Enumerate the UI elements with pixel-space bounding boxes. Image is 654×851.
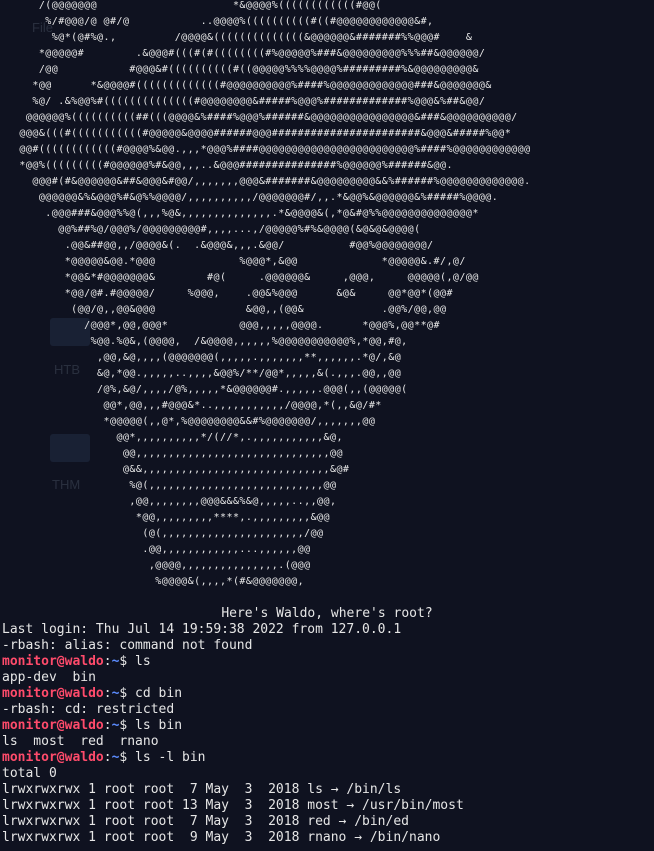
ascii-line: /@@@*,@@,@@@* @@@,,,,,@@@@. *@@@%,@@**@# bbox=[0, 320, 440, 331]
prompt-line: monitor@waldo:~$ ls bbox=[2, 654, 652, 670]
ascii-line: *@@/@#.#@@@@@/ %@@@, .@@&%@@@ &@& @@*@@*… bbox=[0, 288, 453, 299]
command-output-line: lrwxrwxrwx 1 root root 13 May 3 2018 mos… bbox=[2, 798, 464, 813]
ascii-line: @@%##%@/@@@%/@@@@@@@@@#,,,,...,/@@@@@%#%… bbox=[0, 224, 421, 235]
prompt-user: monitor@waldo bbox=[2, 686, 104, 701]
ascii-line: @@,,,,,,,,,,,,,,,,,,,,,,,,,,,,,,@@ bbox=[0, 448, 343, 459]
prompt-separator: : bbox=[103, 686, 112, 701]
ascii-line: @@@#(#&@@@@@@&##&@@@&#@@/,,,,,,,@@@&####… bbox=[0, 176, 531, 187]
prompt-line: monitor@waldo:~$ ls bin bbox=[2, 718, 652, 734]
ascii-line: @@@&(((#(((((((((((#@@@@@&@@@@######@@@#… bbox=[0, 128, 512, 139]
ascii-line: @@@@@@%((((((((((##(((@@@@&%####%@@@%###… bbox=[0, 112, 518, 123]
command-output-line: -rbash: cd: restricted bbox=[2, 702, 175, 717]
command-text: ls bin bbox=[127, 718, 183, 733]
terminal-window[interactable]: File HTB THM /(@@@@@@@ *&@@@@%((((((((((… bbox=[0, 0, 654, 851]
ascii-line: ,@@@@,,,,,,,,,,,,,,,.(@@@ bbox=[0, 560, 311, 571]
ascii-line: *@@@@@&@@.*@@@ %@@@*,&@@ *@@@@@&.#/,@/ bbox=[0, 256, 466, 267]
ascii-line: &@,*@@.,,,,,..,,,,&@@%/**/@@*,,,,,&(.,,,… bbox=[0, 368, 402, 379]
prompt-user: monitor@waldo bbox=[2, 718, 104, 733]
ascii-line: *@@&*#@@@@@@@& #@( .@@@@@@& ,@@@, @@@@@(… bbox=[0, 272, 479, 283]
prompt-line: monitor@waldo:~$ ls -l bin bbox=[2, 750, 652, 766]
ascii-line: /@%,&@/,,,,/@%,,,,,*&@@@@@@#.,,,,,.@@@(,… bbox=[0, 384, 408, 395]
ascii-line: %@@@@&(,,,,*(#&@@@@@@@, bbox=[0, 576, 305, 587]
ascii-line: @@*,@@,,,#@@@&*..,,,,,,,,,,,/@@@@,*(,,&@… bbox=[0, 400, 382, 411]
ascii-line: ,@@,&@,,,,(@@@@@@@(,,,,,.,,,,,,,**,,,,,,… bbox=[0, 352, 402, 363]
ascii-line: .@@,,,,,,,,,,,,...,,,,,,@@ bbox=[0, 544, 311, 555]
command-output-line: app-dev bin bbox=[2, 670, 96, 685]
prompt-separator: : bbox=[103, 718, 112, 733]
prompt-separator: : bbox=[103, 654, 112, 669]
error-line: -rbash: alias: command not found bbox=[2, 638, 253, 653]
ascii-line: /@@ #@@@&#((((((((((#((@@@@@%%%%@@@@%###… bbox=[0, 64, 479, 75]
ascii-line: (@@/@,,@@&@@@ &@@,,(@@& .@@%/@@,@@ bbox=[0, 304, 447, 315]
ascii-line: @@#((((((((((((#@@@@%&@@.,,,*@@@%####@@@… bbox=[0, 144, 531, 155]
ascii-line: @@*,,,,,,,,,,*/(//*,.,,,,,,,,,,,&@, bbox=[0, 432, 343, 443]
command-output-line: lrwxrwxrwx 1 root root 7 May 3 2018 ls →… bbox=[2, 782, 402, 797]
ascii-line: /(@@@@@@@ *&@@@@%((((((((((((#@@( bbox=[0, 0, 382, 11]
ascii-line: %/#@@@/@ @#/@ ..@@@@%((((((((((#((#@@@@@… bbox=[0, 16, 434, 27]
last-login-line: Last login: Thu Jul 14 19:59:38 2022 fro… bbox=[2, 622, 402, 637]
ascii-line: *@@%(((((((((#@@@@@@%#&@@,,,..&@@@######… bbox=[0, 160, 453, 171]
ascii-line: (@(,,,,,,,,,,,,,,,,,,,,,,/@@ bbox=[0, 528, 324, 539]
ascii-line: .@@&##@@,,/@@@@&(. .&@@@&,,,.&@@/ #@@%@@… bbox=[0, 240, 434, 251]
ascii-line: %@/ .&%@@%#((((((((((((((#@@@@@@@@&#####… bbox=[0, 96, 486, 107]
command-text: ls -l bin bbox=[127, 750, 206, 765]
ascii-line: %@@.%@&,(@@@@, /&@@@@,,,,,,%@@@@@@@@@@@%… bbox=[0, 336, 408, 347]
ascii-art-banner: /(@@@@@@@ *&@@@@%((((((((((((#@@( %/#@@@… bbox=[0, 0, 654, 590]
ascii-line: %@*(@#%@., /@@@@&((((((((((((((&@@@@@@&#… bbox=[0, 32, 473, 43]
terminal-session: Here's Waldo, where's root? Last login: … bbox=[2, 606, 652, 846]
ascii-line: ,@@,,,,,,,,@@@&&&%&@,,,,,..,,@@, bbox=[0, 496, 337, 507]
motd-text: Here's Waldo, where's root? bbox=[221, 606, 433, 621]
ascii-line: *@@@@@(,,@*,%@@@@@@@@&&#%@@@@@@@/,,,,,,,… bbox=[0, 416, 376, 427]
ascii-line: @@@@@@&%&@@@%#&@%%@@@@/,,,,,,,,,,/@@@@@@… bbox=[0, 192, 499, 203]
ascii-line: *@@ *&@@@@#(((((((((((((#@@@@@@@@@@%####… bbox=[0, 80, 492, 91]
command-text: ls bbox=[127, 654, 151, 669]
command-output-line: total 0 bbox=[2, 766, 57, 781]
command-history: monitor@waldo:~$ ls app-dev bin monitor@wa… bbox=[2, 654, 652, 846]
prompt-separator: : bbox=[103, 750, 112, 765]
prompt-user: monitor@waldo bbox=[2, 750, 104, 765]
ascii-line: %@(,,,,,,,,,,,,,,,,,,,,,,,,,,,@@ bbox=[0, 480, 337, 491]
command-output-line: lrwxrwxrwx 1 root root 7 May 3 2018 red … bbox=[2, 814, 409, 829]
command-text: cd bin bbox=[127, 686, 183, 701]
ascii-line: *@@,,,,,,,,,****,.,,,,,,,,,&@@ bbox=[0, 512, 330, 523]
prompt-line: monitor@waldo:~$ cd bin bbox=[2, 686, 652, 702]
prompt-user: monitor@waldo bbox=[2, 654, 104, 669]
command-output-line: ls most red rnano bbox=[2, 734, 159, 749]
command-output-line: lrwxrwxrwx 1 root root 9 May 3 2018 rnan… bbox=[2, 830, 441, 845]
ascii-line: *@@@@@# .&@@@#(((#(#((((((((#%@@@@@%###&… bbox=[0, 48, 486, 59]
ascii-line: @&&,,,,,,,,,,,,,,,,,,,,,,,,,,,,,&@# bbox=[0, 464, 350, 475]
ascii-line: .@@@###&@@@%%@(,,,%@&,,,,,,,,,,,,,,.*&@@… bbox=[0, 208, 479, 219]
